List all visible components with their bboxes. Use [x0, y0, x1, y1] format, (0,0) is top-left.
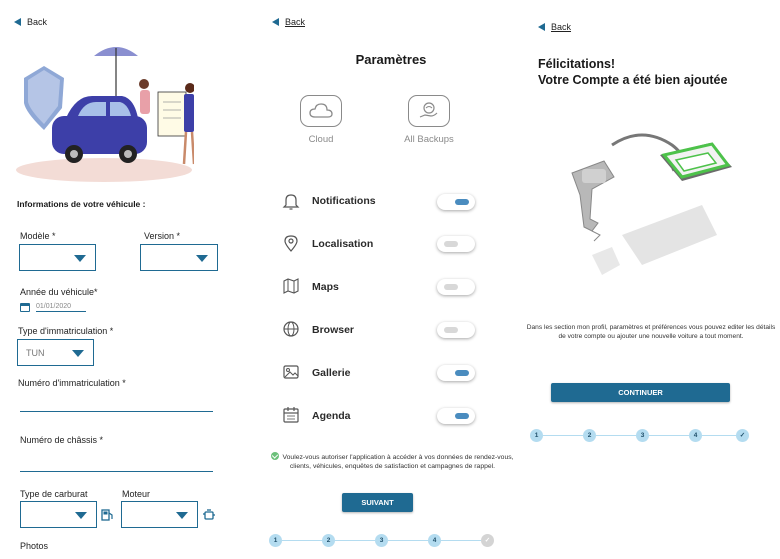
- car-key-illustration: [571, 133, 732, 275]
- step-3: 3: [636, 429, 649, 442]
- settings-screen: Back Paramètres Cloud All Backups Notifi…: [262, 0, 520, 559]
- suivant-button[interactable]: SUIVANT: [342, 493, 413, 512]
- toggle-localisation[interactable]: [437, 236, 475, 252]
- success-title: Félicitations! Votre Compte a été bien a…: [538, 56, 727, 89]
- back-label: Back: [285, 17, 306, 27]
- step-final-check-icon: ✓: [481, 534, 494, 547]
- moteur-label: Moteur: [122, 489, 151, 499]
- globe-icon: [283, 321, 299, 337]
- engine-icon: [203, 509, 215, 520]
- numero-immat-input[interactable]: [20, 398, 213, 412]
- setting-label-maps: Maps: [312, 281, 339, 293]
- setting-label-browser: Browser: [312, 324, 355, 336]
- chevron-down-icon: [196, 254, 208, 262]
- success-screen: Back Félicitations! Votre Compte a été b…: [522, 0, 780, 559]
- step-2: 2: [322, 534, 335, 547]
- chevron-down-icon: [75, 511, 87, 519]
- step-1: 1: [530, 429, 543, 442]
- setting-label-agenda: Agenda: [312, 410, 351, 422]
- step-1: 1: [269, 534, 282, 547]
- setting-label-gallerie: Gallerie: [312, 367, 351, 379]
- type-immat-dropdown[interactable]: TUN: [17, 339, 94, 366]
- numero-chassis-input[interactable]: [20, 458, 213, 472]
- fuel-pump-icon: [101, 509, 113, 521]
- annee-value: 01/01/2020: [36, 303, 86, 312]
- continuer-button[interactable]: CONTINUER: [551, 383, 730, 402]
- map-icon: [283, 278, 299, 294]
- version-dropdown[interactable]: [140, 244, 218, 271]
- page-title: Paramètres: [355, 52, 427, 67]
- cloud-label: Cloud: [308, 134, 334, 145]
- annee-label: Année du véhicule*: [20, 287, 98, 297]
- success-title-line1: Félicitations!: [538, 57, 616, 71]
- back-arrow-icon: [538, 23, 545, 31]
- bell-icon: [282, 194, 300, 210]
- stepper: 1 2 3 4 ✓: [269, 534, 494, 548]
- step-final-check-icon: ✓: [736, 429, 749, 442]
- toggle-browser[interactable]: [437, 322, 475, 338]
- section-heading: Informations de votre véhicule :: [17, 199, 146, 209]
- success-title-line2: Votre Compte a été bien ajoutée: [538, 73, 728, 88]
- back-button[interactable]: Back: [272, 17, 305, 27]
- modele-label: Modèle *: [20, 231, 56, 241]
- check-circle-icon: [271, 452, 280, 460]
- consent-text: Voulez-vous autoriser l'application à ac…: [282, 454, 514, 471]
- success-description: Dans les section mon profil, paramètres …: [526, 324, 776, 340]
- modele-dropdown[interactable]: [19, 244, 96, 271]
- annee-date-field[interactable]: 01/01/2020: [20, 303, 86, 312]
- toggle-agenda[interactable]: [437, 408, 475, 424]
- carburant-dropdown[interactable]: [20, 501, 97, 528]
- setting-label-notifications: Notifications: [312, 195, 376, 207]
- chevron-down-icon: [74, 254, 86, 262]
- backup-hand-icon: [419, 102, 438, 118]
- version-label: Version *: [144, 231, 181, 241]
- back-button[interactable]: Back: [538, 22, 571, 32]
- calendar-icon: [283, 407, 299, 423]
- type-immat-label: Type d'immatriculation *: [18, 326, 114, 336]
- photos-label: Photos: [20, 541, 49, 551]
- toggle-gallerie[interactable]: [437, 365, 475, 381]
- step-4: 4: [689, 429, 702, 442]
- backups-label: All Backups: [404, 134, 454, 145]
- gallery-icon: [283, 365, 299, 379]
- consent-message: Voulez-vous autoriser l'application à ac…: [270, 452, 515, 471]
- toggle-notifications[interactable]: [437, 194, 475, 210]
- carburant-label: Type de carburat: [20, 489, 88, 499]
- back-label: Back: [27, 17, 48, 27]
- vehicle-info-screen: Back Informations de votre véhicule : Mo…: [0, 0, 258, 559]
- car-insurance-illustration: [16, 47, 194, 182]
- cloud-button[interactable]: [300, 95, 342, 127]
- setting-label-localisation: Localisation: [312, 238, 374, 250]
- numero-chassis-label: Numéro de châssis *: [20, 435, 104, 445]
- chevron-down-icon: [72, 349, 84, 357]
- type-immat-value: TUN: [26, 347, 45, 358]
- location-pin-icon: [284, 235, 298, 252]
- back-button[interactable]: Back: [14, 17, 47, 27]
- toggle-maps[interactable]: [437, 279, 475, 295]
- moteur-dropdown[interactable]: [121, 501, 198, 528]
- step-2: 2: [583, 429, 596, 442]
- stepper: 1 2 3 4 ✓: [530, 429, 752, 443]
- step-3: 3: [375, 534, 388, 547]
- all-backups-button[interactable]: [408, 95, 450, 127]
- numero-immat-label: Numéro d'immatriculation *: [18, 378, 126, 388]
- cloud-icon: [309, 103, 333, 118]
- calendar-icon: [20, 303, 30, 312]
- chevron-down-icon: [176, 511, 188, 519]
- back-arrow-icon: [272, 18, 279, 26]
- back-label: Back: [551, 22, 572, 32]
- step-4: 4: [428, 534, 441, 547]
- back-arrow-icon: [14, 18, 21, 26]
